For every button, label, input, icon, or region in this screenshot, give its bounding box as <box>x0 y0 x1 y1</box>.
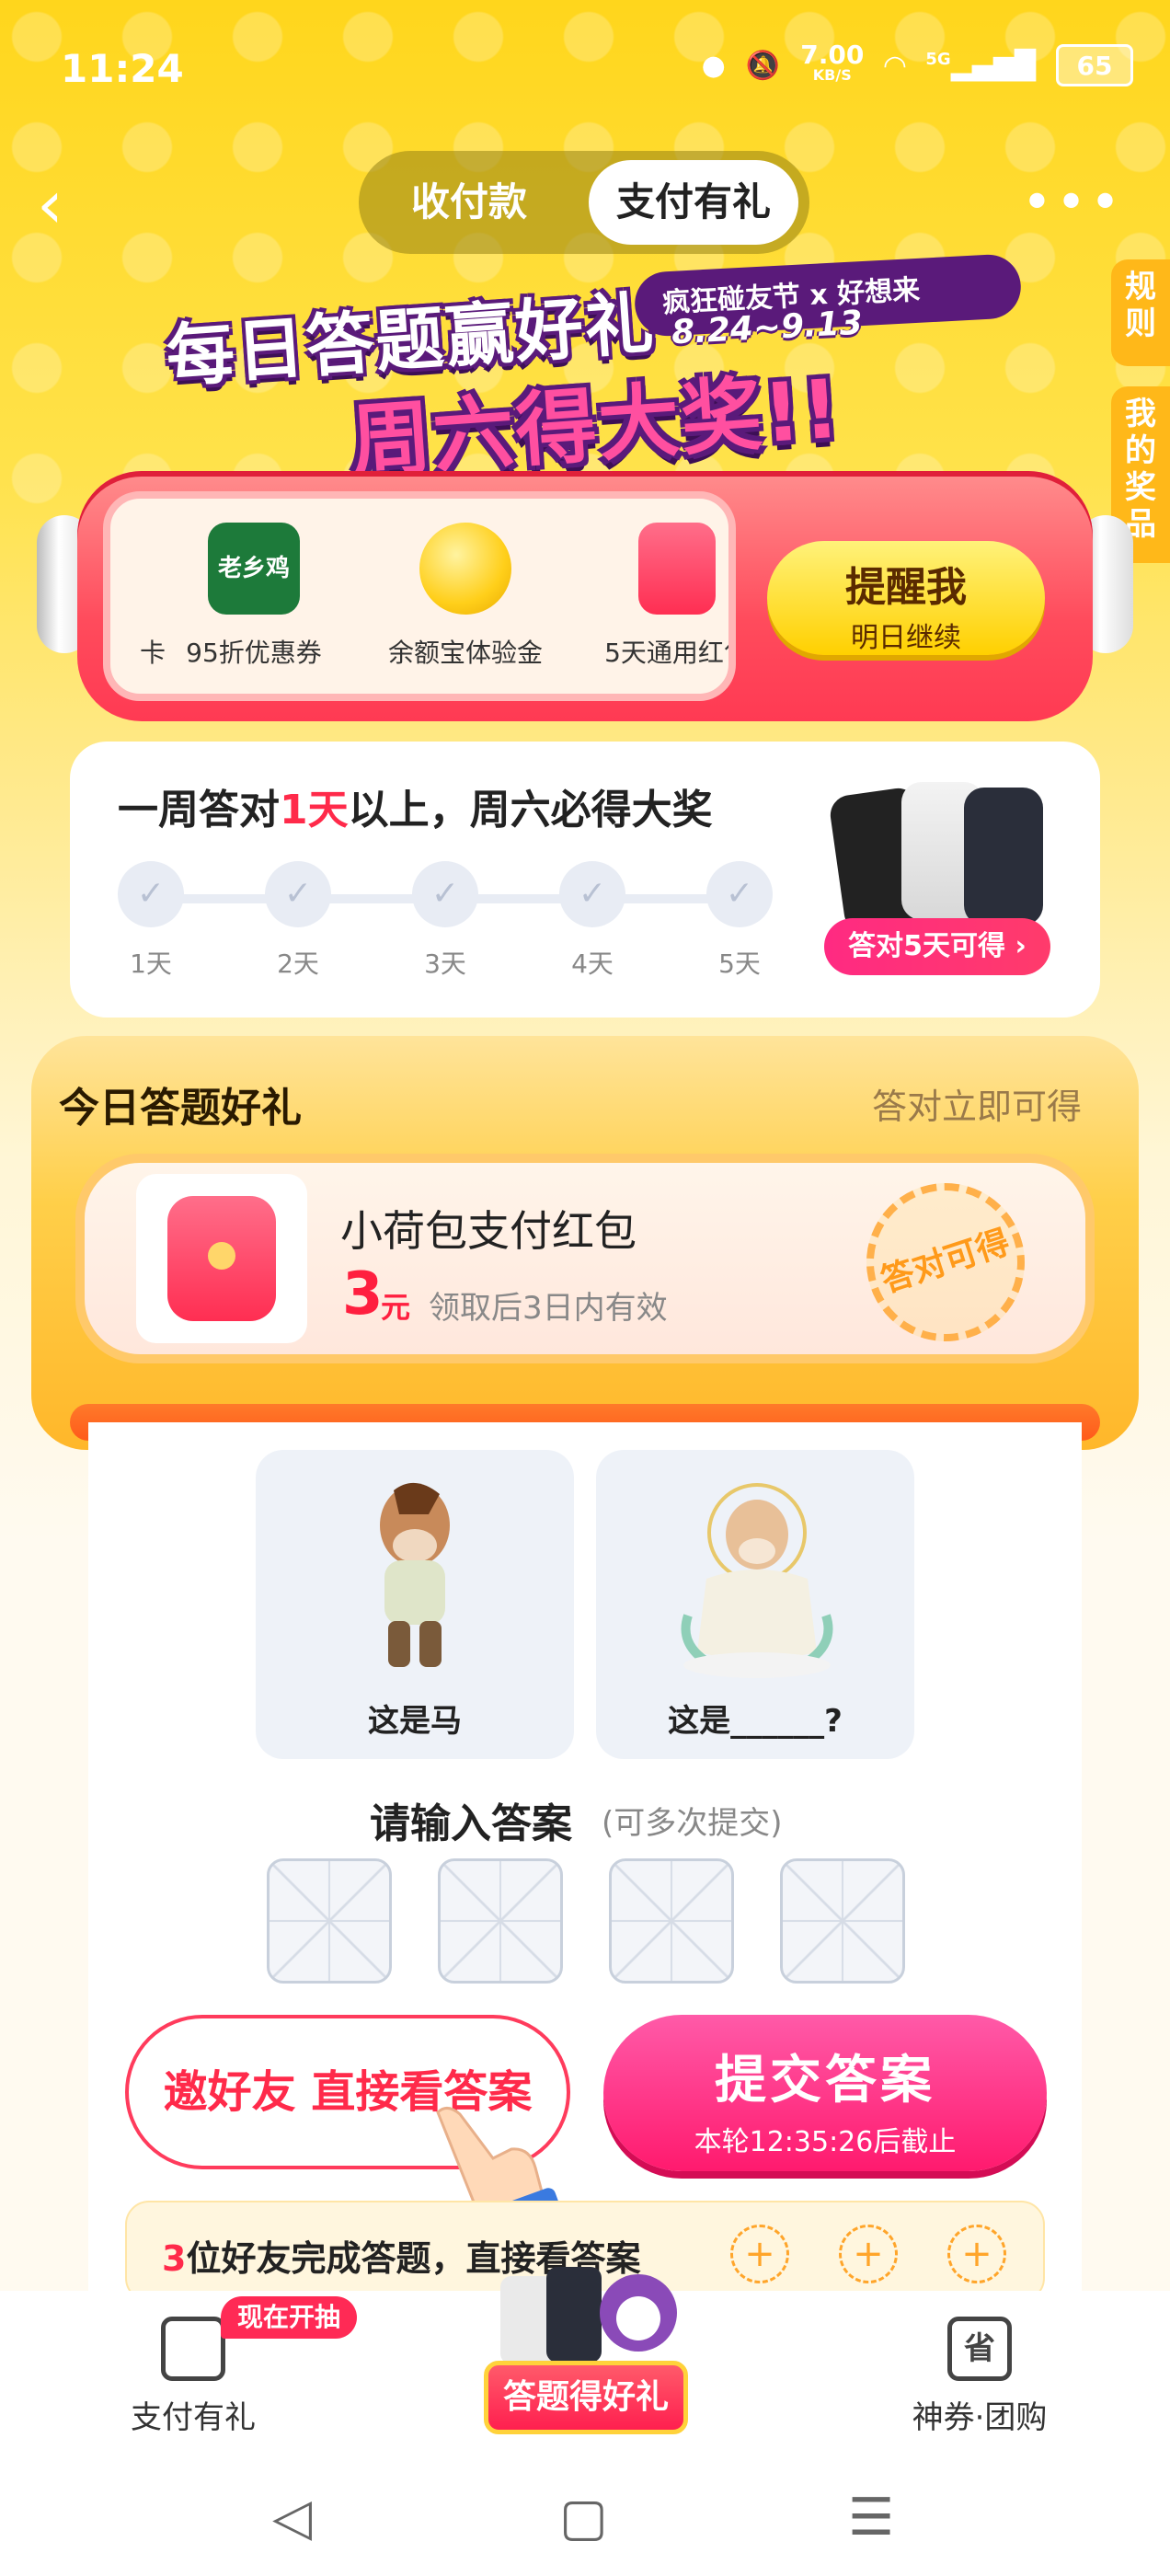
day-3: ✓ 3天 <box>408 861 482 981</box>
answer-prompt: 请输入答案 <box>370 1800 572 1847</box>
weekly-title: 一周答对1天以上，周六必得大奖 <box>118 787 713 834</box>
check-icon: ✓ <box>706 861 773 927</box>
wifi-icon: ◠ <box>884 49 906 82</box>
answer-char-box-3[interactable] <box>609 1858 734 1984</box>
check-icon: ✓ <box>412 861 478 927</box>
prize-carousel: 卡 老乡鸡 95折优惠券 余额宝体验金 5天通用红包 <box>103 491 736 701</box>
submit-answer-button[interactable]: 提交答案 本轮12:35:26后截止 <box>603 2015 1047 2171</box>
status-icons: ● 🔕 7.00 KB/S ◠ 5G▂▄▆█ 65 <box>701 40 1133 86</box>
net-speed: 7.00 KB/S <box>800 40 865 85</box>
horse-deity-figure-icon <box>681 1483 833 1678</box>
battery-icon: 65 <box>1056 44 1133 86</box>
tab-collect-pay[interactable]: 收付款 <box>370 160 568 245</box>
tab-pay-gift[interactable]: 支付有礼 <box>589 160 798 245</box>
today-gift-subtitle: 答对立即可得 <box>871 1087 1082 1127</box>
check-icon: ✓ <box>265 861 331 927</box>
status-time: 11:24 <box>61 46 184 91</box>
tab-switcher: 收付款 支付有礼 <box>359 151 809 254</box>
signal-icon: 5G▂▄▆█ <box>925 49 1036 82</box>
prize-item: 5天通用红包 <box>576 523 728 670</box>
answer-char-box-4[interactable] <box>780 1858 905 1984</box>
add-friend-slot-2[interactable]: + <box>839 2225 898 2283</box>
quiz-card-horse: 这是马 <box>256 1450 574 1759</box>
droplet-icon: ● <box>701 49 726 82</box>
answer-prompt-hint: (可多次提交) <box>602 1805 783 1842</box>
grand-prize-image <box>828 782 1049 938</box>
day-2: ✓ 2天 <box>261 861 335 981</box>
card-icon <box>103 523 110 615</box>
gift-amount: 3 <box>342 1260 384 1328</box>
status-bar: 11:24 ● 🔕 7.00 KB/S ◠ 5G▂▄▆█ 65 <box>0 0 1170 129</box>
quiz-card-question: 这是______? <box>596 1450 914 1759</box>
more-icon[interactable]: ••• <box>1022 178 1124 229</box>
day-4: ✓ 4天 <box>556 861 629 981</box>
check-icon: ✓ <box>118 861 184 927</box>
check-icon: ✓ <box>559 861 625 927</box>
quiz-gift-art-icon <box>500 2267 677 2364</box>
horse-figure-icon <box>380 1482 450 1667</box>
day-5: ✓ 5天 <box>703 861 776 981</box>
gift-name: 小荷包支付红包 <box>340 1206 637 1256</box>
chicken-logo-icon: 老乡鸡 <box>208 523 300 615</box>
phone-icon <box>964 788 1043 926</box>
gold-coin-icon <box>419 523 511 615</box>
answer-char-box-2[interactable] <box>438 1858 563 1984</box>
rules-tab[interactable]: 规则 <box>1111 259 1170 366</box>
gift-unit: 元 <box>381 1290 411 1325</box>
mute-icon: 🔕 <box>745 49 781 82</box>
red-envelope-icon <box>136 1174 307 1343</box>
today-gift-title: 今日答题好礼 <box>59 1085 302 1132</box>
back-icon[interactable]: ‹ <box>37 171 96 237</box>
menu-lines-icon[interactable]: ☰ <box>848 2488 894 2547</box>
add-friend-slot-3[interactable]: + <box>947 2225 1006 2283</box>
nav-quiz-gift[interactable]: 答题得好礼 <box>484 2361 688 2434</box>
save-tag-icon: 省 <box>947 2317 1012 2381</box>
prize-item: 老乡鸡 95折优惠券 <box>153 523 355 670</box>
red-envelope-icon <box>638 523 716 615</box>
prize-item: 余额宝体验金 <box>364 523 567 670</box>
draw-now-badge: 现在开抽 <box>221 2296 358 2339</box>
remind-me-button[interactable]: 提醒我 明日继续 <box>767 541 1045 655</box>
gift-box-icon <box>161 2317 225 2381</box>
home-square-icon[interactable]: ▢ <box>559 2488 608 2547</box>
back-triangle-icon[interactable]: ◁ <box>272 2488 312 2547</box>
five-day-reward-tag[interactable]: 答对5天可得 › <box>824 918 1050 975</box>
nav-coupons-group-buy[interactable]: 省 神券·团购 <box>901 2307 1058 2437</box>
answer-char-box-1[interactable] <box>267 1858 392 1984</box>
add-friend-slot-1[interactable]: + <box>730 2225 789 2283</box>
gift-validity: 领取后3日内有效 <box>429 1290 668 1327</box>
day-1: ✓ 1天 <box>114 861 188 981</box>
